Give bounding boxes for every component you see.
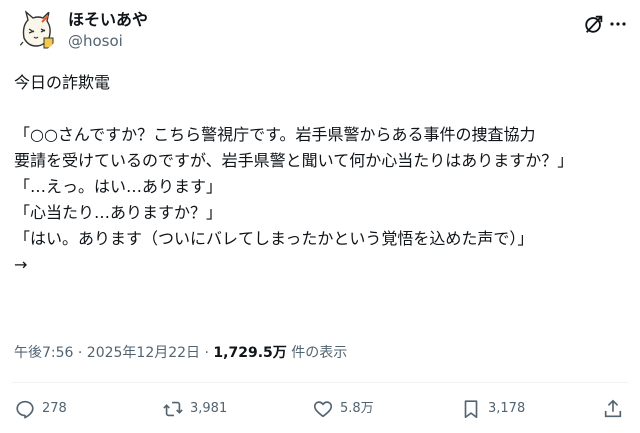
tweet-line xyxy=(14,96,628,122)
divider xyxy=(12,382,628,383)
avatar[interactable] xyxy=(14,8,58,52)
tweet-line: 「心当たり…ありますか？」 xyxy=(14,203,223,222)
more-button[interactable] xyxy=(608,12,628,36)
repost-button[interactable]: 3,981 xyxy=(162,396,227,422)
tweet-meta: 午後7:56 · 2025年12月22日 · 1,729.5万 件の表示 xyxy=(14,342,347,362)
repost-icon xyxy=(163,401,183,417)
views-label: 件の表示 xyxy=(286,345,348,361)
action-bar: 278 3,981 5.8万 3,178 xyxy=(14,396,626,422)
bookmark-count: 3,178 xyxy=(488,401,526,416)
bookmark-icon xyxy=(464,400,478,419)
share-icon xyxy=(604,399,622,418)
tweet-line: 「…えっ。はい…あります」 xyxy=(14,177,223,196)
bookmark-button[interactable]: 3,178 xyxy=(460,396,525,422)
reply-icon xyxy=(16,400,34,419)
reply-button[interactable]: 278 xyxy=(14,396,67,422)
share-button[interactable] xyxy=(602,396,630,422)
like-count: 5.8万 xyxy=(340,401,374,416)
like-button[interactable]: 5.8万 xyxy=(312,396,374,422)
tweet-header: ほそいあや @hosoi xyxy=(12,6,628,62)
grok-button[interactable] xyxy=(582,12,606,36)
avatar-cat-drawing xyxy=(14,8,58,52)
reply-count: 278 xyxy=(42,401,67,416)
tweet-line: → xyxy=(14,255,28,274)
tweet-line: 要請を受けているのですが、岩手県警と聞いて何か心当たりはありますか？」 xyxy=(14,151,574,170)
more-icon xyxy=(610,22,626,26)
views-count: 1,729.5万 xyxy=(213,345,287,361)
author-names: ほそいあや @hosoi xyxy=(68,10,148,52)
timestamp[interactable]: 午後7:56 · 2025年12月22日 · xyxy=(14,345,213,361)
tweet-line: 「はい。あります（ついにバレてしまったかという覚悟を込めた声で）」 xyxy=(14,229,534,248)
tweet-line: 今日の詐欺電 xyxy=(14,73,111,92)
like-icon xyxy=(313,401,333,418)
display-name[interactable]: ほそいあや xyxy=(68,10,148,30)
grok-icon xyxy=(585,15,603,33)
handle[interactable]: @hosoi xyxy=(68,30,148,52)
repost-count: 3,981 xyxy=(190,401,228,416)
tweet-line: 「○○さんですか？こちら警視庁です。岩手県警からある事件の捜査協力 xyxy=(14,125,536,144)
tweet-text: 今日の詐欺電「○○さんですか？こちら警視庁です。岩手県警からある事件の捜査協力要… xyxy=(14,70,628,278)
